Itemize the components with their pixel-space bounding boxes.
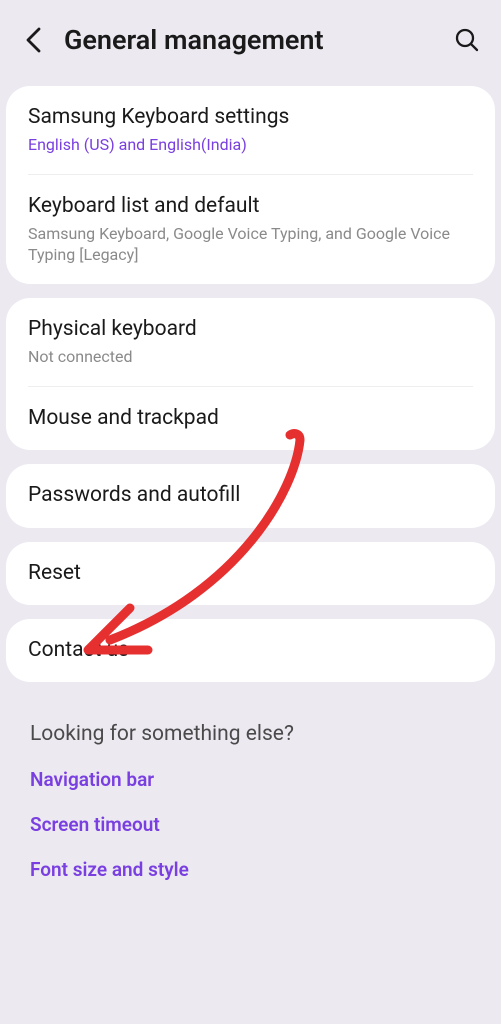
link-font-size-style[interactable]: Font size and style bbox=[30, 858, 471, 881]
item-passwords-autofill[interactable]: Passwords and autofill bbox=[6, 464, 495, 527]
footer-suggestions: Looking for something else? Navigation b… bbox=[6, 712, 495, 881]
footer-heading: Looking for something else? bbox=[30, 722, 471, 746]
item-title: Contact us bbox=[28, 637, 473, 664]
settings-group-keyboard: Samsung Keyboard settings English (US) a… bbox=[6, 86, 495, 284]
back-icon bbox=[25, 27, 43, 53]
settings-group-input-devices: Physical keyboard Not connected Mouse an… bbox=[6, 298, 495, 450]
item-title: Samsung Keyboard settings bbox=[28, 104, 473, 131]
item-subtitle: English (US) and English(India) bbox=[28, 135, 473, 156]
page-title: General management bbox=[64, 24, 451, 56]
search-button[interactable] bbox=[451, 24, 483, 56]
item-mouse-trackpad[interactable]: Mouse and trackpad bbox=[6, 387, 495, 450]
settings-group-contact: Contact us bbox=[6, 619, 495, 682]
item-samsung-keyboard-settings[interactable]: Samsung Keyboard settings English (US) a… bbox=[6, 86, 495, 174]
link-navigation-bar[interactable]: Navigation bar bbox=[30, 768, 471, 791]
item-title: Mouse and trackpad bbox=[28, 405, 473, 432]
link-screen-timeout[interactable]: Screen timeout bbox=[30, 813, 471, 836]
item-contact-us[interactable]: Contact us bbox=[6, 619, 495, 682]
back-button[interactable] bbox=[18, 24, 50, 56]
search-icon bbox=[454, 27, 480, 53]
item-keyboard-list-default[interactable]: Keyboard list and default Samsung Keyboa… bbox=[6, 175, 495, 284]
item-subtitle: Not connected bbox=[28, 347, 473, 368]
item-title: Reset bbox=[28, 560, 473, 587]
item-title: Keyboard list and default bbox=[28, 193, 473, 220]
item-title: Passwords and autofill bbox=[28, 482, 473, 509]
settings-group-reset: Reset bbox=[6, 542, 495, 605]
item-reset[interactable]: Reset bbox=[6, 542, 495, 605]
settings-group-passwords: Passwords and autofill bbox=[6, 464, 495, 527]
header: General management bbox=[0, 0, 501, 72]
item-title: Physical keyboard bbox=[28, 316, 473, 343]
item-physical-keyboard[interactable]: Physical keyboard Not connected bbox=[6, 298, 495, 386]
item-subtitle: Samsung Keyboard, Google Voice Typing, a… bbox=[28, 224, 473, 266]
